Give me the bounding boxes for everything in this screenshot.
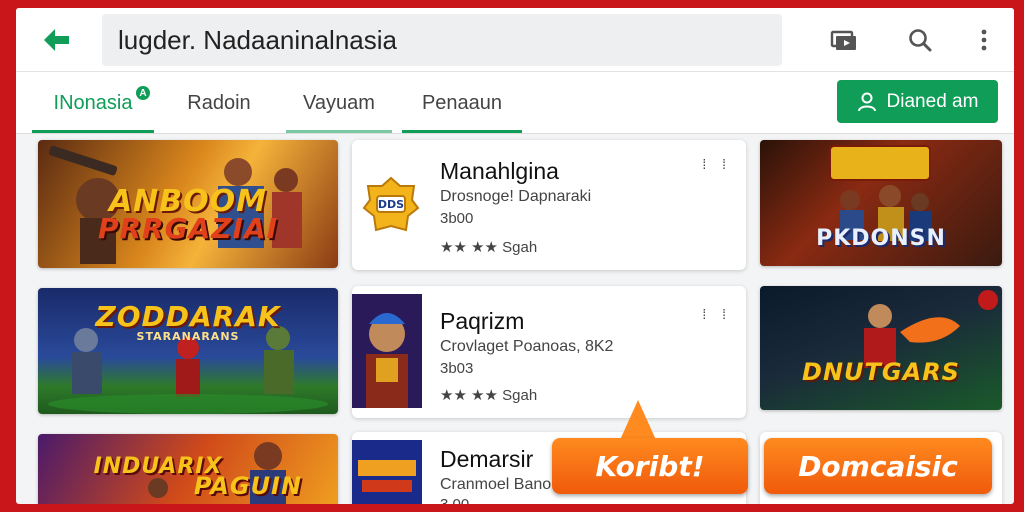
tab-vayuam[interactable]: Vayuam [284,72,394,134]
search-input[interactable]: lugder. Nadaaninalnasia [102,14,782,66]
card-menu-icon[interactable]: ⁞ ⁞ [702,156,732,172]
download-button-label: Dianed am [886,90,979,112]
app-rating: ★★ ★★ Sgah [440,239,538,256]
cta-left-label: Koribt! [595,449,705,483]
download-button[interactable]: Dianed am [837,80,998,123]
banner-title: ZODDARAK [95,300,281,333]
tab-label: Vayuam [303,91,375,114]
tab-penaaun[interactable]: Penaaun [402,72,522,134]
tab-radoin[interactable]: Radoin [164,72,274,134]
more-vert-icon[interactable] [968,24,1000,56]
app-card[interactable]: DDS Manahlgina Drosnoge! Dapnaraki 3b00 … [352,140,746,270]
banner-subtitle: STARANARANS [136,330,240,343]
tab-badge: A [136,86,150,100]
app-name: Demarsir [440,446,534,472]
tab-indonesia[interactable]: INonasia [32,72,154,134]
app-icon: DDS [362,176,420,232]
tab-label: INonasia [53,91,133,114]
app-icon [352,294,422,408]
svg-text:DDS: DDS [378,198,404,211]
app-name: Paqrizm [440,308,525,334]
game-banner[interactable]: PKDONSN [760,140,1002,266]
app-developer: Drosnoge! Dapnaraki [440,188,592,205]
tab-underline [286,130,392,133]
app-window: lugder. Nadaaninalnasia INonasia A Radoi… [16,8,1014,504]
game-banner[interactable]: DNUTGARS [760,286,1002,410]
app-developer: Cranmoel Bano [440,476,552,493]
banner-title: PKDONSN [816,226,946,251]
app-icon [352,440,422,504]
cta-right-label: Domcaisic [798,449,958,483]
app-name: Manahlgina [440,158,559,184]
game-banner[interactable]: ZODDARAK STARANARANS [38,288,338,414]
library-icon[interactable] [828,24,860,56]
card-menu-icon[interactable]: ⁞ ⁞ [702,306,732,322]
banner-artwork [864,290,998,368]
koribt-button[interactable]: Koribt! [552,438,748,494]
banner-subtitle: PAGUIN [193,472,303,500]
top-bar: lugder. Nadaaninalnasia [16,8,1014,72]
speech-pointer [620,400,656,440]
app-size: 3b00 [440,210,474,227]
app-developer: Crovlaget Poanoas, 8K2 [440,338,614,355]
back-arrow-icon[interactable] [36,22,76,58]
app-size: 3b03 [440,360,474,377]
app-rating: ★★ ★★ Sgah [440,387,538,404]
tab-underline [402,130,522,133]
game-banner[interactable]: ANBOOM PRRGAZIAI [38,140,338,268]
app-size: 3.00 [440,496,469,504]
search-icon[interactable] [904,24,936,56]
tab-label: Radoin [187,91,251,114]
search-query: lugder. Nadaaninalnasia [118,24,397,55]
person-icon [857,92,876,111]
tab-underline-active [32,130,154,133]
tab-label: Penaaun [421,91,503,114]
banner-title: DNUTGARS [802,358,960,386]
app-card[interactable]: Paqrizm Crovlaget Poanoas, 8K2 3b03 ★★ ★… [352,286,746,418]
banner-subtitle: PRRGAZIAI [97,212,279,245]
game-banner[interactable]: INDUARIX PAGUIN [38,434,338,504]
domcaisic-button[interactable]: Domcaisic [764,438,992,494]
